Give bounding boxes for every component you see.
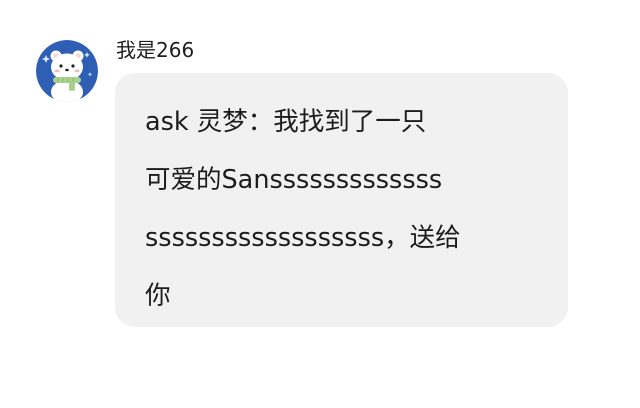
white-bear-with-green-scarf-icon xyxy=(36,40,98,102)
avatar[interactable] xyxy=(36,40,98,102)
message-line: 你 xyxy=(145,281,171,311)
message-line: ask 灵梦：我找到了一只 xyxy=(145,107,427,137)
message-line: ssssssssssssssssss，送给 xyxy=(145,223,461,253)
sender-name: 我是266 xyxy=(116,38,195,62)
chat-message: 我是266 ask 灵梦：我找到了一只 可爱的Sansssssssssssss … xyxy=(0,0,640,408)
message-line: 可爱的Sansssssssssssss xyxy=(145,165,443,195)
message-bubble[interactable]: ask 灵梦：我找到了一只 可爱的Sansssssssssssss ssssss… xyxy=(115,73,568,327)
